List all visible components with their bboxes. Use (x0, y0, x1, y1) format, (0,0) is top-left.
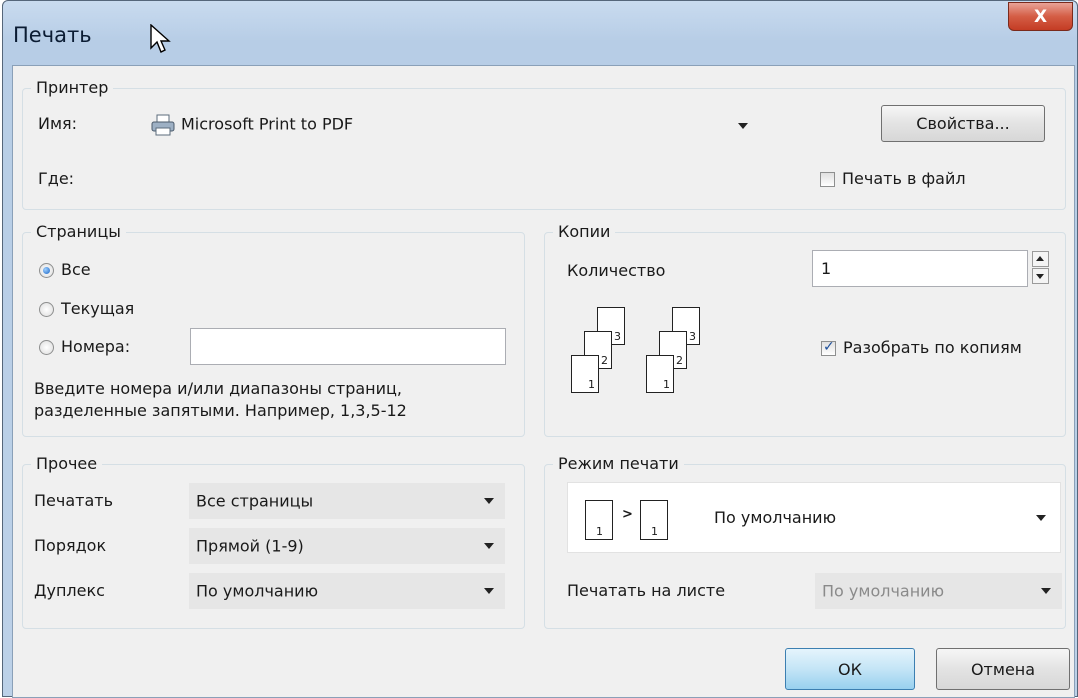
order-label: Порядок (34, 536, 107, 555)
mouse-cursor-icon (150, 23, 174, 60)
spin-up-button[interactable] (1032, 251, 1049, 267)
print-dialog-window: Печать X Принтер Имя: Microsoft Print to… (2, 0, 1078, 698)
copies-count-input[interactable]: 1 (812, 250, 1028, 287)
collate-label: Разобрать по копиям (843, 338, 1022, 357)
chevron-down-icon (484, 588, 494, 594)
order-value: Прямой (1-9) (196, 536, 304, 556)
print-what-label: Печатать (34, 491, 114, 510)
duplex-select[interactable]: По умолчанию (189, 573, 505, 609)
printer-name-value: Microsoft Print to PDF (181, 114, 354, 134)
print-what-select[interactable]: Все страницы (189, 483, 505, 519)
chevron-down-icon (1036, 515, 1046, 521)
copies-group-label: Копии (553, 222, 616, 242)
copies-spinner[interactable] (1032, 251, 1049, 285)
pages-hint-line1: Введите номера и/или диапазоны страниц, (34, 379, 402, 398)
print-mode-value: По умолчанию (714, 508, 837, 527)
printer-icon (151, 114, 175, 140)
close-button[interactable]: X (1008, 2, 1073, 31)
window-title: Печать (13, 23, 92, 47)
printer-where-label: Где: (38, 169, 75, 188)
printer-select[interactable]: Microsoft Print to PDF (143, 106, 759, 142)
print-mode-group: Режим печати 1 > 1 По умолчанию Печатать… (544, 454, 1066, 629)
per-sheet-select[interactable]: По умолчанию (815, 573, 1062, 609)
print-mode-group-label: Режим печати (553, 454, 684, 474)
print-to-file-label: Печать в файл (842, 169, 966, 188)
spin-down-button[interactable] (1032, 268, 1049, 284)
arrow-right-icon: > (622, 507, 633, 522)
chevron-down-icon (1041, 588, 1051, 594)
collate-checkbox[interactable]: ✓ (821, 339, 836, 356)
radio-current-page[interactable] (39, 302, 54, 317)
chevron-down-icon (738, 123, 748, 129)
caret-down-icon (1036, 274, 1044, 279)
collate-illustration: 3 2 1 3 2 1 (571, 307, 751, 417)
printer-group: Принтер Имя: Microsoft Print to PDF Свой… (22, 78, 1066, 210)
ok-button[interactable]: ОК (785, 648, 915, 690)
other-group: Прочее Печатать Все страницы Порядок Пря… (22, 454, 525, 629)
collate-page: 1 (571, 355, 599, 393)
chevron-down-icon (484, 498, 494, 504)
radio-all-pages-label: Все (61, 260, 91, 279)
print-what-value: Все страницы (196, 491, 314, 511)
close-icon: X (1033, 6, 1048, 27)
collate-page: 1 (646, 355, 674, 393)
printer-name-label: Имя: (38, 114, 78, 133)
radio-page-numbers[interactable] (39, 340, 54, 355)
order-select[interactable]: Прямой (1-9) (189, 528, 505, 564)
radio-current-page-label: Текущая (61, 299, 135, 318)
per-sheet-label: Печатать на листе (567, 581, 726, 600)
pages-hint-line2: разделенные запятыми. Например, 1,3,5-12 (34, 401, 407, 420)
print-to-file-checkbox[interactable] (820, 172, 835, 187)
radio-page-numbers-label: Номера: (61, 337, 131, 356)
radio-all-pages[interactable] (39, 263, 54, 278)
print-mode-select[interactable]: 1 > 1 По умолчанию (567, 482, 1061, 553)
properties-button[interactable]: Свойства... (881, 105, 1045, 142)
mode-page: 1 (640, 500, 668, 540)
copies-count-value: 1 (821, 259, 832, 278)
printer-group-label: Принтер (31, 78, 114, 98)
check-icon: ✓ (823, 339, 835, 355)
page-numbers-input[interactable] (190, 328, 506, 365)
copies-group: Копии Количество 1 3 2 1 3 2 1 ✓ Разобра… (544, 222, 1066, 437)
copies-count-label: Количество (567, 261, 666, 280)
duplex-label: Дуплекс (34, 581, 105, 600)
dialog-client-area: Принтер Имя: Microsoft Print to PDF Свой… (12, 65, 1075, 698)
caret-up-icon (1036, 256, 1044, 261)
other-group-label: Прочее (31, 454, 103, 474)
chevron-down-icon (484, 543, 494, 549)
mode-page: 1 (585, 500, 613, 540)
per-sheet-value: По умолчанию (822, 581, 945, 601)
duplex-value: По умолчанию (196, 581, 319, 601)
cancel-button[interactable]: Отмена (936, 648, 1070, 690)
pages-group-label: Страницы (31, 222, 126, 242)
pages-group: Страницы Все Текущая Номера: Введите ном… (22, 222, 525, 437)
